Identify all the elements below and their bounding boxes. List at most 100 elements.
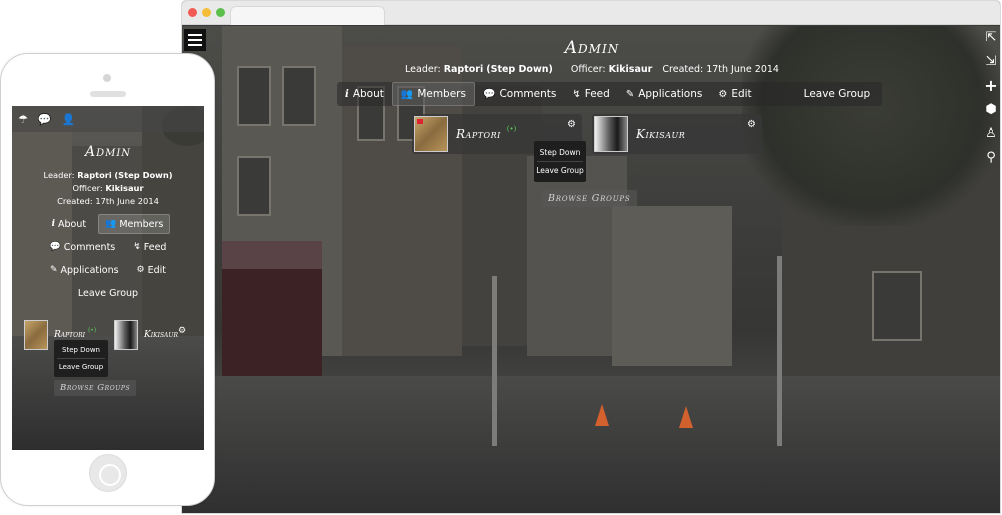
avatar[interactable] — [594, 116, 628, 152]
tab-comments-label: Comments — [499, 88, 557, 100]
gear-icon[interactable]: ⚙ — [567, 119, 576, 130]
tab-comments[interactable]: 💬 Comments — [475, 82, 564, 106]
tab-edit-label: Edit — [731, 88, 752, 100]
leave-group-button[interactable]: Leave Group — [72, 283, 144, 303]
edit-form-icon: ✎ — [49, 265, 58, 275]
phone-speaker — [90, 91, 126, 97]
bg-window — [872, 271, 922, 341]
group-nav-row-1: i About 👥 Members — [12, 214, 204, 234]
tab-feed[interactable]: ↯ Feed — [564, 82, 617, 106]
tab-feed[interactable]: ↯ Feed — [127, 237, 172, 257]
leave-group-label: Leave Group — [803, 88, 871, 100]
tab-comments-label: Comments — [63, 241, 116, 253]
browser-tab[interactable] — [230, 6, 385, 25]
desktop-browser-window: ⇱ ⇲ + ⬢ ♙ ⚲ Admin Leader: Raptori (Step … — [181, 0, 1001, 514]
bg-window — [282, 66, 316, 126]
leader-name[interactable]: Raptori — [77, 170, 112, 180]
comment-bubbles-icon: 💬 — [482, 88, 496, 100]
tab-about-label: About — [58, 218, 87, 230]
maximize-window-dot[interactable] — [216, 8, 225, 17]
tab-applications[interactable]: ✎ Applications — [618, 82, 711, 106]
leader-label: Leader: — [43, 170, 75, 180]
step-down-link[interactable]: (Step Down) — [114, 170, 172, 180]
leave-group-menu-item[interactable]: Leave Group — [534, 162, 586, 179]
tab-comments[interactable]: 💬 Comments — [44, 237, 122, 257]
bg-pole — [777, 256, 782, 446]
group-info: Leader: Raptori (Step Down) Officer: Kik… — [182, 64, 1000, 75]
browse-groups-button[interactable]: Browse Groups — [54, 380, 137, 396]
online-status-icon: (•) — [87, 326, 97, 334]
step-down-link[interactable]: (Step Down) — [486, 64, 553, 75]
tab-about[interactable]: i About — [46, 214, 93, 234]
member-name[interactable]: Kikisaur — [636, 127, 685, 141]
tab-members[interactable]: 👥 Members — [391, 82, 475, 106]
officer-name[interactable]: Kikisaur — [105, 183, 143, 193]
phone-mockup: ☂ 💬 👤 Admin Leader: Raptori (Step Down) … — [0, 53, 215, 506]
member-options-dropdown: Step Down Leave Group — [534, 141, 586, 182]
avatar[interactable] — [114, 320, 138, 350]
avatar[interactable] — [414, 116, 448, 152]
bg-road — [182, 376, 1000, 513]
group-nav-row-3: ✎ Applications ⚙ Edit — [12, 260, 204, 280]
rss-feed-icon: ↯ — [572, 88, 581, 100]
people-icon: 👥 — [105, 219, 117, 229]
tab-about[interactable]: i About — [337, 82, 392, 106]
group-title: Admin — [84, 144, 132, 160]
info-icon: i — [51, 219, 56, 229]
leave-group-label: Leave Group — [77, 287, 139, 299]
tab-edit-label: Edit — [147, 264, 167, 276]
member-name[interactable]: Raptori — [456, 127, 501, 141]
tab-applications[interactable]: ✎ Applications — [44, 260, 125, 280]
step-down-menu-item[interactable]: Step Down — [534, 144, 586, 161]
group-nav: i About 👥 Members 💬 Comments ↯ Feed ✎ Ap… — [337, 82, 883, 106]
bg-building — [612, 206, 732, 366]
group-nav-row-4: Leave Group — [12, 283, 204, 303]
leave-group-menu-item[interactable]: Leave Group — [54, 359, 108, 375]
edit-form-icon: ✎ — [625, 88, 635, 100]
phone-camera — [103, 74, 111, 82]
bg-window — [237, 156, 271, 216]
member-name[interactable]: Kikisaur — [144, 330, 178, 340]
mushroom-icon[interactable]: ☂ — [18, 113, 28, 126]
tab-members[interactable]: 👥 Members — [98, 214, 171, 234]
info-icon: i — [345, 88, 349, 100]
leave-group-button[interactable]: Leave Group — [790, 82, 879, 106]
tab-applications-label: Applications — [638, 88, 703, 100]
avatar[interactable] — [24, 320, 48, 350]
created-date: Created: 17th June 2014 — [662, 64, 779, 75]
gear-icon[interactable]: ⚙ — [178, 326, 186, 336]
shield-icon[interactable]: ⬢ — [980, 98, 1000, 122]
minimize-window-dot[interactable] — [202, 8, 211, 17]
step-down-menu-item[interactable]: Step Down — [54, 342, 108, 358]
user-icon[interactable]: 👤 — [62, 113, 76, 126]
tab-feed-label: Feed — [143, 241, 167, 253]
gear-icon: ⚙ — [136, 265, 145, 275]
flag-icon — [417, 119, 423, 124]
tab-members-label: Members — [119, 218, 164, 230]
member-name[interactable]: Raptori — [54, 330, 85, 340]
gear-icon[interactable]: ⚙ — [747, 119, 756, 130]
tab-applications-label: Applications — [60, 264, 119, 276]
location-pin-icon[interactable]: ⚲ — [980, 146, 1000, 170]
member-options-dropdown: Step Down Leave Group — [54, 340, 108, 377]
group-nav-row-2: 💬 Comments ↯ Feed — [12, 237, 204, 257]
member-card-kikisaur[interactable]: Kikisaur ⚙ — [592, 114, 762, 154]
tab-members-label: Members — [417, 88, 466, 100]
chat-bubble-icon[interactable]: 💬 — [38, 113, 52, 126]
person-icon[interactable]: ♙ — [980, 122, 1000, 146]
comment-bubbles-icon: 💬 — [49, 242, 61, 252]
browse-groups-button[interactable]: Browse Groups — [542, 190, 637, 207]
bg-shop-sign — [222, 241, 322, 269]
member-card-kikisaur[interactable]: Kikisaur — [114, 318, 178, 352]
tab-edit[interactable]: ⚙ Edit — [710, 82, 759, 106]
online-status-icon: (•) — [506, 125, 517, 133]
tab-edit[interactable]: ⚙ Edit — [131, 260, 172, 280]
phone-screen: ☂ 💬 👤 Admin Leader: Raptori (Step Down) … — [12, 106, 204, 450]
plus-icon[interactable]: + — [980, 74, 1000, 98]
group-leader-line: Leader: Raptori (Step Down) — [12, 170, 204, 180]
close-window-dot[interactable] — [188, 8, 197, 17]
bg-window — [237, 66, 271, 126]
leader-name[interactable]: Raptori — [444, 64, 484, 75]
officer-label: Officer: — [72, 183, 103, 193]
officer-name[interactable]: Kikisaur — [609, 64, 653, 75]
